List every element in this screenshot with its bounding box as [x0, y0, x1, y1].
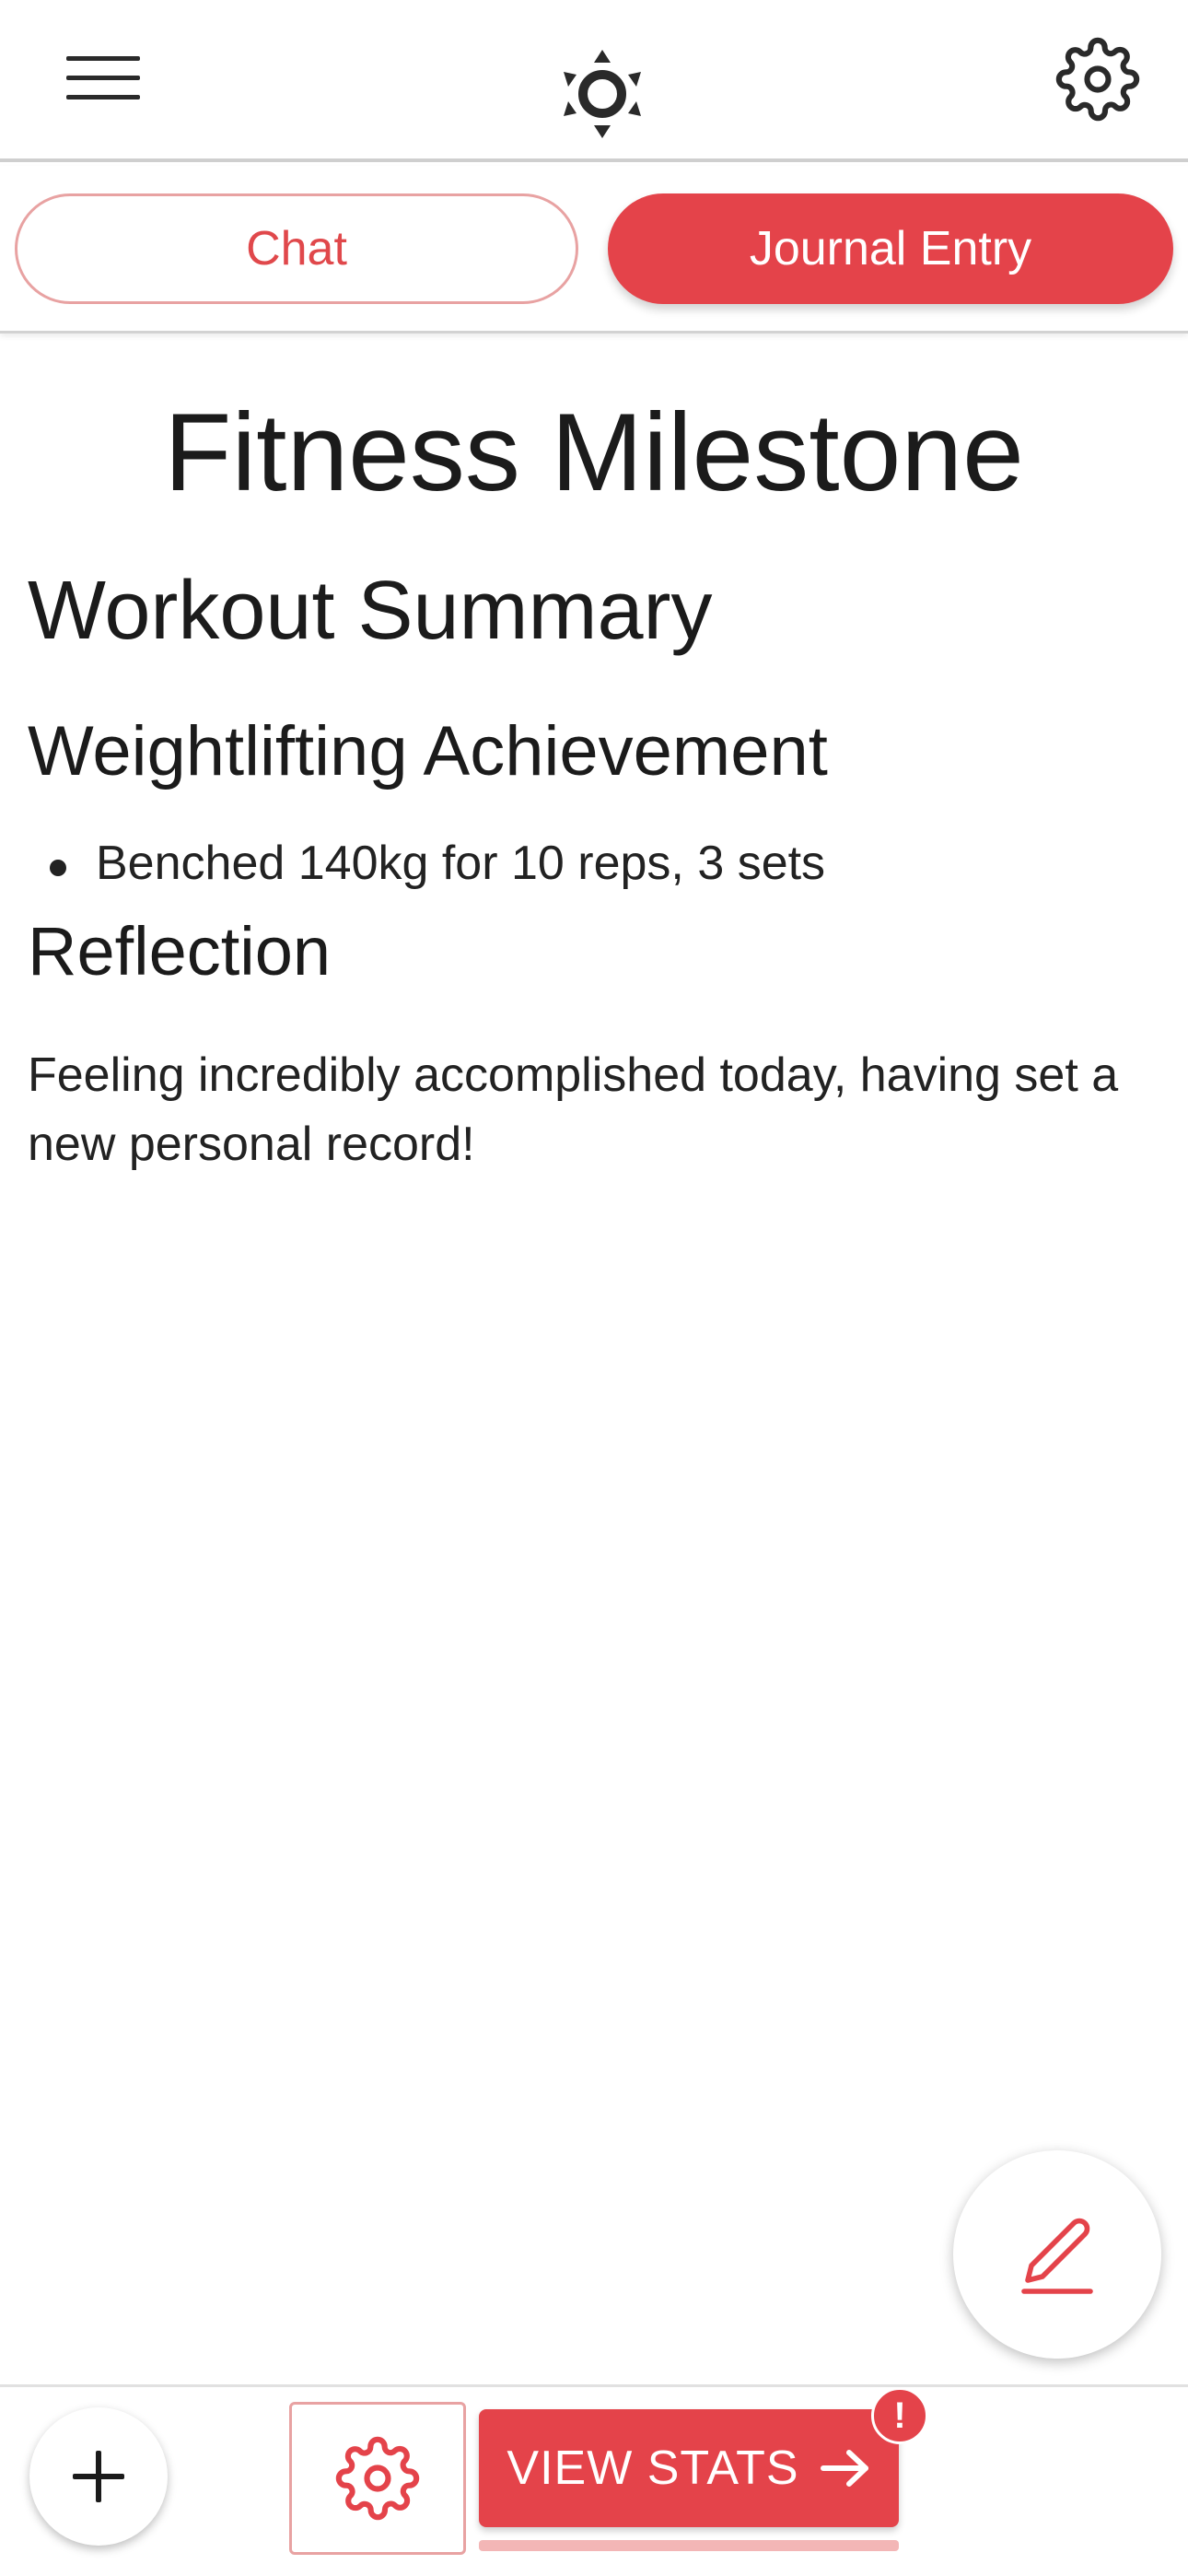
- notification-badge: !: [871, 2387, 928, 2444]
- gear-icon: [335, 2436, 420, 2521]
- journal-entry-content: Fitness Milestone Workout Summary Weight…: [0, 334, 1188, 2384]
- arrow-right-icon: [820, 2448, 871, 2488]
- tab-bar: Chat Journal Entry: [0, 166, 1188, 334]
- edit-entry-button[interactable]: [953, 2150, 1161, 2359]
- section-heading: Workout Summary: [28, 565, 713, 657]
- subsection-heading: Weightlifting Achievement: [28, 712, 828, 790]
- entry-title: Fitness Milestone: [164, 391, 1024, 514]
- settings-button[interactable]: [1041, 33, 1155, 125]
- reflection-text: Feeling incredibly accomplished today, h…: [28, 1048, 1119, 1171]
- bottom-bar: VIEW STATS !: [0, 2384, 1188, 2576]
- plus-icon: [73, 2451, 124, 2502]
- view-stats-underline: [479, 2540, 899, 2551]
- tab-journal-entry[interactable]: Journal Entry: [608, 193, 1173, 304]
- list-item: Benched 140kg for 10 reps, 3 sets: [96, 837, 826, 890]
- bottom-settings-button[interactable]: [289, 2402, 466, 2555]
- add-button[interactable]: [29, 2407, 168, 2546]
- view-stats-label: VIEW STATS: [507, 2441, 799, 2495]
- bullet-icon: [50, 860, 66, 876]
- hamburger-menu-icon: [66, 56, 140, 100]
- reflection-heading: Reflection: [28, 913, 332, 989]
- gear-icon: [1055, 37, 1140, 122]
- menu-button[interactable]: [46, 37, 160, 120]
- view-stats-button[interactable]: VIEW STATS: [479, 2409, 899, 2527]
- top-app-bar: [0, 0, 1188, 162]
- tab-chat[interactable]: Chat: [15, 193, 578, 304]
- sun-logo-icon: [534, 26, 670, 162]
- pencil-icon: [1021, 2218, 1093, 2294]
